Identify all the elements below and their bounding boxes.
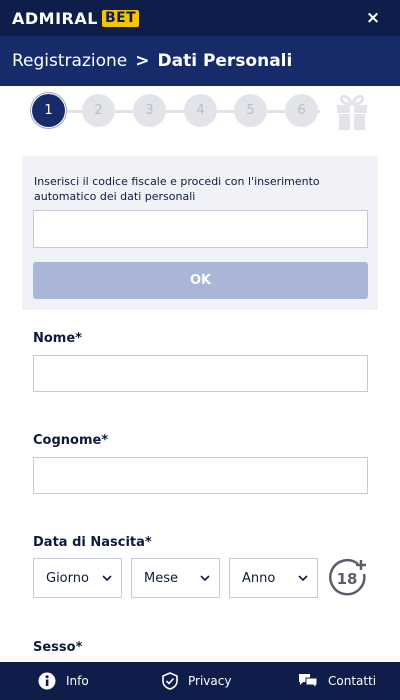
admiralbet-logo: ADMIRAL BET xyxy=(12,8,140,28)
codice-fiscale-panel: Inserisci il codice fiscale e procedi co… xyxy=(22,156,378,310)
logo-admiral-text: ADMIRAL xyxy=(12,8,98,28)
step-5: 5 xyxy=(234,94,267,127)
step-2: 2 xyxy=(82,94,115,127)
step-4: 4 xyxy=(184,94,217,127)
breadcrumb: Registrazione > Dati Personali xyxy=(0,36,400,86)
nome-label: Nome* xyxy=(33,331,82,346)
giorno-selected-value: Giorno xyxy=(46,570,89,586)
footer-contatti-link[interactable]: Contatti xyxy=(298,662,376,700)
close-button[interactable]: × xyxy=(364,8,382,28)
registration-stepper: 1 2 3 4 5 6 xyxy=(0,88,400,136)
chevron-down-icon xyxy=(298,575,308,582)
breadcrumb-current: Dati Personali xyxy=(157,51,293,71)
breadcrumb-parent[interactable]: Registrazione xyxy=(12,51,127,71)
nome-input[interactable] xyxy=(33,355,368,392)
step-1: 1 xyxy=(32,94,65,127)
cognome-label: Cognome* xyxy=(33,433,109,448)
anno-selected-value: Anno xyxy=(242,570,276,586)
breadcrumb-separator-icon: > xyxy=(135,51,150,71)
close-icon: × xyxy=(365,8,381,28)
chevron-down-icon xyxy=(102,575,112,582)
cognome-input[interactable] xyxy=(33,457,368,494)
footer-info-link[interactable]: Info xyxy=(38,662,89,700)
mese-select[interactable]: Mese xyxy=(131,558,220,598)
chat-bubbles-icon xyxy=(299,674,318,689)
step-6: 6 xyxy=(285,94,318,127)
mese-selected-value: Mese xyxy=(144,570,178,586)
giorno-select[interactable]: Giorno xyxy=(33,558,122,598)
footer-privacy-label: Privacy xyxy=(188,674,232,688)
footer-contatti-label: Contatti xyxy=(328,674,377,688)
age-18-plus-icon: 18 xyxy=(329,559,366,596)
top-bar: ADMIRAL BET × xyxy=(0,0,400,36)
codice-fiscale-input[interactable] xyxy=(33,210,368,248)
data-nascita-label: Data di Nascita* xyxy=(33,535,152,550)
footer-bar: Info Privacy Contatti xyxy=(0,662,400,700)
age-badge-text: 18 xyxy=(337,570,358,588)
gift-icon xyxy=(337,94,367,130)
anno-select[interactable]: Anno xyxy=(229,558,318,598)
sesso-label: Sesso* xyxy=(33,640,83,655)
footer-info-label: Info xyxy=(66,674,89,688)
shield-check-icon xyxy=(162,672,178,690)
ok-button[interactable]: OK xyxy=(33,262,368,299)
info-icon xyxy=(38,672,56,690)
logo-bet-text: BET xyxy=(101,9,140,27)
footer-privacy-link[interactable]: Privacy xyxy=(162,662,231,700)
chevron-down-icon xyxy=(200,575,210,582)
step-3: 3 xyxy=(133,94,166,127)
codice-fiscale-instruction: Inserisci il codice fiscale e procedi co… xyxy=(34,175,320,203)
